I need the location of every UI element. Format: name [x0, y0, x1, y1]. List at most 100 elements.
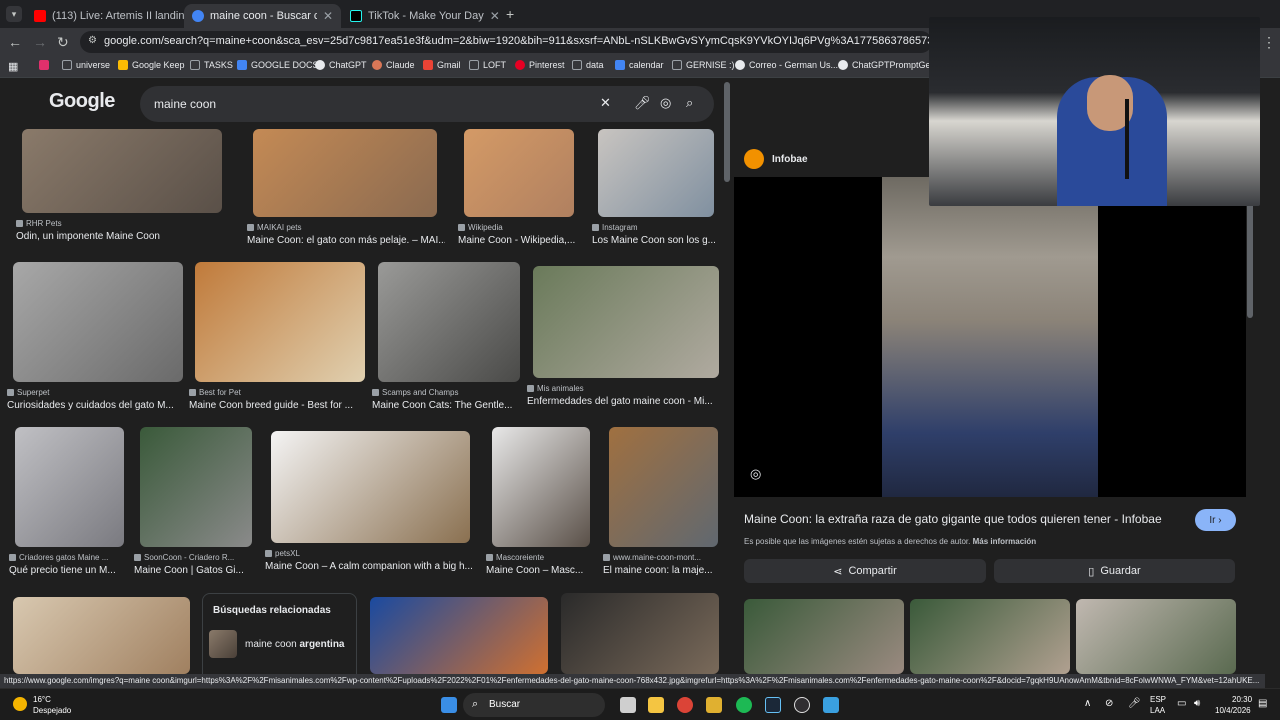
app-icon[interactable]: [706, 697, 722, 713]
obs-icon[interactable]: [794, 697, 810, 713]
lang-top[interactable]: ESP: [1150, 695, 1166, 704]
windows-start-icon[interactable]: [441, 697, 457, 713]
result-thumbnail[interactable]: [253, 129, 437, 217]
result-thumbnail[interactable]: [464, 129, 574, 217]
clock-time[interactable]: 20:30: [1232, 695, 1252, 704]
search-box[interactable]: maine coon ✕ 🎤︎ ◎ ⌕: [140, 86, 714, 122]
result-thumbnail[interactable]: [13, 262, 183, 382]
result-title[interactable]: Maine Coon – Masc...: [486, 565, 598, 576]
search-input[interactable]: maine coon: [154, 97, 216, 111]
bookmark-pinterest[interactable]: Pinterest: [515, 60, 565, 70]
result-source[interactable]: Scamps and Champs: [372, 388, 524, 397]
result-source[interactable]: Mascoreiente: [486, 553, 594, 562]
bookmark-chatgpt-prompt[interactable]: ChatGPTPromptGen...: [838, 60, 943, 70]
tray-icon[interactable]: ⊘: [1105, 698, 1113, 709]
close-icon[interactable]: ✕: [490, 9, 500, 23]
bookmark-claude[interactable]: Claude: [372, 60, 415, 70]
bookmark-universe[interactable]: universe: [62, 60, 110, 70]
file-explorer-icon[interactable]: [648, 697, 664, 713]
volume-icon[interactable]: 🔊︎: [1194, 698, 1200, 709]
tab-tiktok[interactable]: TikTok - Make Your Day ✕: [342, 4, 500, 28]
steam-icon[interactable]: [765, 697, 781, 713]
result-source[interactable]: Criadores gatos Maine ...: [9, 553, 128, 562]
lens-icon[interactable]: ◎: [660, 95, 671, 111]
result-source[interactable]: petsXL: [265, 549, 474, 558]
result-thumbnail[interactable]: [598, 129, 714, 217]
visit-button[interactable]: Ir ›: [1195, 509, 1236, 531]
result-title[interactable]: Maine Coon | Gatos Gi...: [134, 565, 260, 576]
bookmark-correo[interactable]: Correo - German Us...: [735, 60, 838, 70]
bookmark-google-docs[interactable]: GOOGLE DOCS: [237, 60, 319, 70]
preview-title[interactable]: Maine Coon: la extraña raza de gato giga…: [744, 512, 1184, 526]
preview-image[interactable]: ◎: [734, 177, 1246, 497]
weather-temp[interactable]: 16°C: [33, 695, 51, 704]
reload-icon[interactable]: ↻: [57, 34, 69, 51]
bookmark-chatgpt[interactable]: ChatGPT: [315, 60, 367, 70]
search-icon[interactable]: ⌕: [686, 95, 693, 111]
result-thumbnail[interactable]: [195, 262, 365, 382]
tab-youtube[interactable]: (113) Live: Artemis II landing da ✕: [26, 4, 184, 28]
result-title[interactable]: Odin, un imponente Maine Coon: [16, 231, 230, 242]
result-thumbnail[interactable]: [271, 431, 470, 543]
forward-icon[interactable]: →: [33, 34, 47, 50]
microphone-icon[interactable]: 🎤︎: [634, 95, 651, 111]
mic-icon[interactable]: 🎤︎: [1128, 698, 1141, 709]
result-title[interactable]: Maine Coon - Wikipedia,...: [458, 235, 582, 246]
address-bar[interactable]: ⚙ google.com/search?q=maine+coon&sca_esv…: [80, 31, 932, 53]
related-image[interactable]: [744, 599, 904, 674]
tray-chevron-icon[interactable]: ∧: [1084, 698, 1091, 709]
back-icon[interactable]: ←: [8, 34, 22, 50]
result-thumbnail[interactable]: [378, 262, 520, 382]
bookmark-google-keep[interactable]: Google Keep: [118, 60, 185, 70]
bookmark-gernise[interactable]: GERNISE :): [672, 60, 735, 70]
task-view-icon[interactable]: [620, 697, 636, 713]
result-thumbnail[interactable]: [22, 129, 222, 213]
bookmark-gmail[interactable]: Gmail: [423, 60, 461, 70]
result-title[interactable]: El maine coon: la maje...: [603, 565, 726, 576]
close-icon[interactable]: ✕: [323, 9, 333, 23]
result-thumbnail[interactable]: [533, 266, 719, 378]
result-source[interactable]: SoonCoon - Criadero R...: [134, 553, 256, 562]
result-source[interactable]: www.maine-coon-mont...: [603, 553, 722, 562]
result-title[interactable]: Enfermedades del gato maine coon - Mi...: [527, 396, 727, 407]
result-thumbnail[interactable]: [15, 427, 124, 547]
notepad-icon[interactable]: [823, 697, 839, 713]
result-title[interactable]: Maine Coon: el gato con más pelaje. – MA…: [247, 235, 445, 246]
chrome-icon[interactable]: [677, 697, 693, 713]
result-title[interactable]: Maine Coon Cats: The Gentle...: [372, 400, 528, 411]
result-title[interactable]: Los Maine Coon son los g...: [592, 235, 722, 246]
result-thumbnail[interactable]: [492, 427, 590, 547]
result-thumbnail[interactable]: [609, 427, 718, 547]
new-tab-button[interactable]: +: [506, 6, 514, 22]
share-button[interactable]: ⋖ Compartir: [744, 559, 986, 583]
result-source[interactable]: Mis animales: [527, 384, 723, 393]
bookmark-loft[interactable]: LOFT: [469, 60, 506, 70]
taskbar-search[interactable]: ⌕ Buscar: [463, 693, 605, 717]
result-source[interactable]: Instagram: [592, 223, 718, 232]
tab-google-search[interactable]: maine coon - Buscar con Googl ✕: [184, 4, 341, 28]
menu-icon[interactable]: ⋮: [1262, 34, 1276, 51]
result-thumbnail[interactable]: [370, 597, 548, 674]
apps-icon[interactable]: ▦: [8, 60, 18, 73]
results-scrollbar[interactable]: [724, 82, 730, 182]
google-logo[interactable]: Google: [49, 90, 115, 113]
result-source[interactable]: MAIKAI pets: [247, 223, 441, 232]
related-image[interactable]: [1076, 599, 1236, 674]
network-icon[interactable]: ▭: [1177, 698, 1186, 709]
lens-search-icon[interactable]: ◎: [750, 466, 761, 482]
tab-search-menu-icon[interactable]: ▾: [6, 6, 22, 22]
save-button[interactable]: ▯ Guardar: [994, 559, 1235, 583]
related-item[interactable]: maine coon argentina: [209, 630, 345, 658]
result-source[interactable]: RHR Pets: [16, 219, 226, 228]
result-title[interactable]: Qué precio tiene un M...: [9, 565, 132, 576]
result-source[interactable]: Best for Pet: [189, 388, 369, 397]
bookmark-data[interactable]: data: [572, 60, 604, 70]
spotify-icon[interactable]: [736, 697, 752, 713]
related-image[interactable]: [910, 599, 1070, 674]
bookmark-tasks[interactable]: TASKS: [190, 60, 233, 70]
result-title[interactable]: Curiosidades y cuidados del gato M...: [7, 400, 191, 411]
more-info-link[interactable]: Más información: [973, 537, 1037, 546]
clear-icon[interactable]: ✕: [600, 95, 611, 111]
source-header[interactable]: Infobae: [744, 149, 808, 169]
result-title[interactable]: Maine Coon – A calm companion with a big…: [265, 561, 478, 572]
